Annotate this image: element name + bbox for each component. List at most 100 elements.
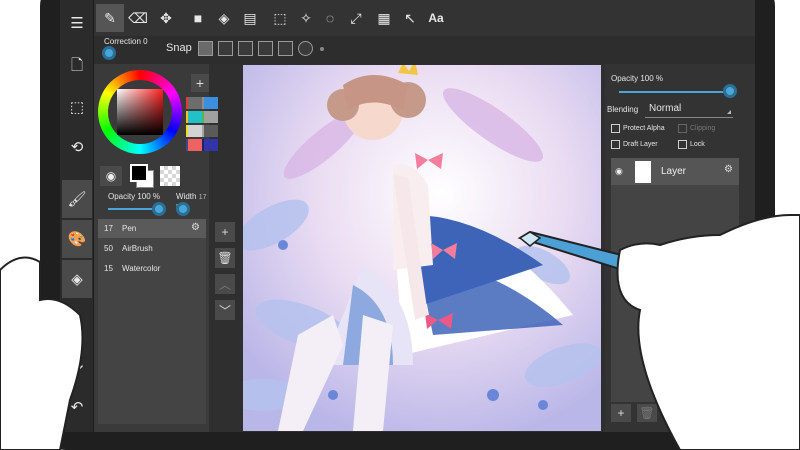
file-icon[interactable]: 🗋 [62,52,92,82]
undo-glyph: ↶ [70,399,84,416]
brush-list: 17 Pen ⚙ 50 AirBrush 15 Watercolor [98,219,206,424]
menu-icon[interactable]: ☰ [62,8,92,38]
palette-icon[interactable]: 🎨 [62,220,92,258]
brush-name: AirBrush [122,244,153,253]
drawing-canvas[interactable] [243,65,601,431]
protect-alpha-checkbox[interactable] [611,124,620,133]
chevron-down-icon[interactable] [727,110,731,114]
blending-label: Blending [607,105,639,114]
frame-glyph: ▦ [377,9,391,26]
brush-icon[interactable]: 🖌 [62,180,92,218]
move-glyph: ✥ [160,9,172,26]
selection-icon[interactable]: ⬚ [62,92,92,122]
blending-underline [645,117,733,118]
lasso-tool-icon[interactable]: ◌ [316,4,344,32]
snap-perspective-icon[interactable] [278,41,293,56]
clipping-checkbox[interactable] [678,124,687,133]
brush-name: Watercolor [122,264,161,273]
transparent-color[interactable] [160,166,180,186]
magic-wand-glyph: ✧ [300,9,312,26]
swatch[interactable] [188,97,202,109]
eraser-tool-icon[interactable]: ⌫ [124,4,152,32]
brush-size: 15 [104,264,113,273]
snap-more-icon[interactable] [320,47,324,51]
snap-circle-icon[interactable] [298,41,313,56]
options-bar: Correction 0 Snap [94,36,755,64]
draft-layer-checkbox[interactable] [611,140,620,149]
bucket-glyph: ◈ [218,9,230,26]
rotate-icon[interactable]: ⟲ [62,132,92,162]
eye-icon[interactable]: ◉ [615,166,623,177]
layers-icon[interactable]: ◈ [62,260,92,298]
snap-label: Snap [166,42,192,54]
add-swatch-button[interactable]: + [191,74,209,92]
brush-name: Pen [122,224,137,233]
swatch[interactable] [204,97,218,109]
layer-row[interactable]: ◉ Layer ⚙ [611,158,739,185]
selection-glyph: ⬚ [69,99,85,116]
swatch[interactable] [204,111,218,123]
gear-icon[interactable]: ⚙ [724,164,733,175]
move-up-icon[interactable]: ︿ [215,274,235,294]
brush-size: 50 [104,244,113,253]
file-glyph: 🗋 [70,56,84,74]
artwork [243,65,601,431]
brush-item[interactable]: 15 Watercolor [98,259,206,278]
frame-tool-icon[interactable]: ▦ [370,4,398,32]
lock-checkbox[interactable] [678,140,687,149]
transform-glyph: ⤢ [350,9,362,26]
brush-opacity-track [108,208,158,210]
brush-size: 17 [104,224,113,233]
bucket-tool-icon[interactable]: ◈ [210,4,238,32]
snap-parallel-icon[interactable] [218,41,233,56]
swatch[interactable] [188,139,202,151]
pen-glyph: ✎ [104,9,116,26]
fill-rect-glyph: ■ [193,10,203,26]
select-rect-tool-icon[interactable]: ⬚ [266,4,294,32]
foreground-color[interactable] [130,164,148,182]
gear-icon[interactable]: ⚙ [191,222,200,233]
layer-name: Layer [661,166,687,177]
swatch[interactable] [188,125,202,137]
swatch[interactable] [188,111,202,123]
move-down-icon[interactable]: ﹀ [215,300,235,320]
gradient-glyph: ▤ [243,9,257,26]
lock-label: Lock [690,141,705,148]
delete-layer-button[interactable]: 🗑 [637,404,657,422]
swatch[interactable] [204,125,218,137]
saturation-square[interactable] [117,89,163,135]
swatch[interactable] [204,139,218,151]
cursor-tool-icon[interactable]: ↖ [396,4,424,32]
add-brush-button[interactable]: + [215,222,235,242]
layer-opacity-slider[interactable] [723,84,737,98]
transform-tool-icon[interactable]: ⤢ [342,4,370,32]
trash-icon[interactable]: 🗑 [215,248,235,268]
pen-tool-icon[interactable]: ✎ [96,4,124,32]
snap-lines-icon[interactable] [258,41,273,56]
brush-width-slider[interactable] [176,202,190,216]
text-tool-button[interactable]: Aa [422,4,450,32]
fill-rect-tool-icon[interactable]: ■ [184,4,212,32]
correction-slider-knob[interactable] [102,46,116,60]
correction-label: Correction 0 [104,37,148,46]
undo-icon[interactable]: ↶ [62,392,92,422]
menu-glyph: ☰ [70,15,84,32]
protect-alpha-label: Protect Alpha [623,125,665,132]
layer-opacity-track [619,91,727,93]
palette-mode-icon[interactable]: ◉ [100,166,122,186]
gradient-tool-icon[interactable]: ▤ [236,4,264,32]
move-tool-icon[interactable]: ✥ [152,4,180,32]
redo-icon[interactable]: ↷ [62,352,92,382]
snap-grid-icon[interactable] [238,41,253,56]
snap-off-icon[interactable] [198,41,213,56]
brush-item[interactable]: 17 Pen ⚙ [98,219,206,238]
brush-opacity-label: Opacity 100 % [108,192,161,201]
brush-opacity-slider[interactable] [152,202,166,216]
redo-glyph: ↷ [70,359,84,376]
draft-layer-label: Draft Layer [623,141,658,148]
palette-glyph: 🎨 [67,231,87,248]
add-layer-button[interactable]: + [611,404,631,422]
color-wheel[interactable] [98,70,182,154]
blending-select[interactable]: Normal [649,103,681,114]
brush-item[interactable]: 50 AirBrush [98,239,206,258]
